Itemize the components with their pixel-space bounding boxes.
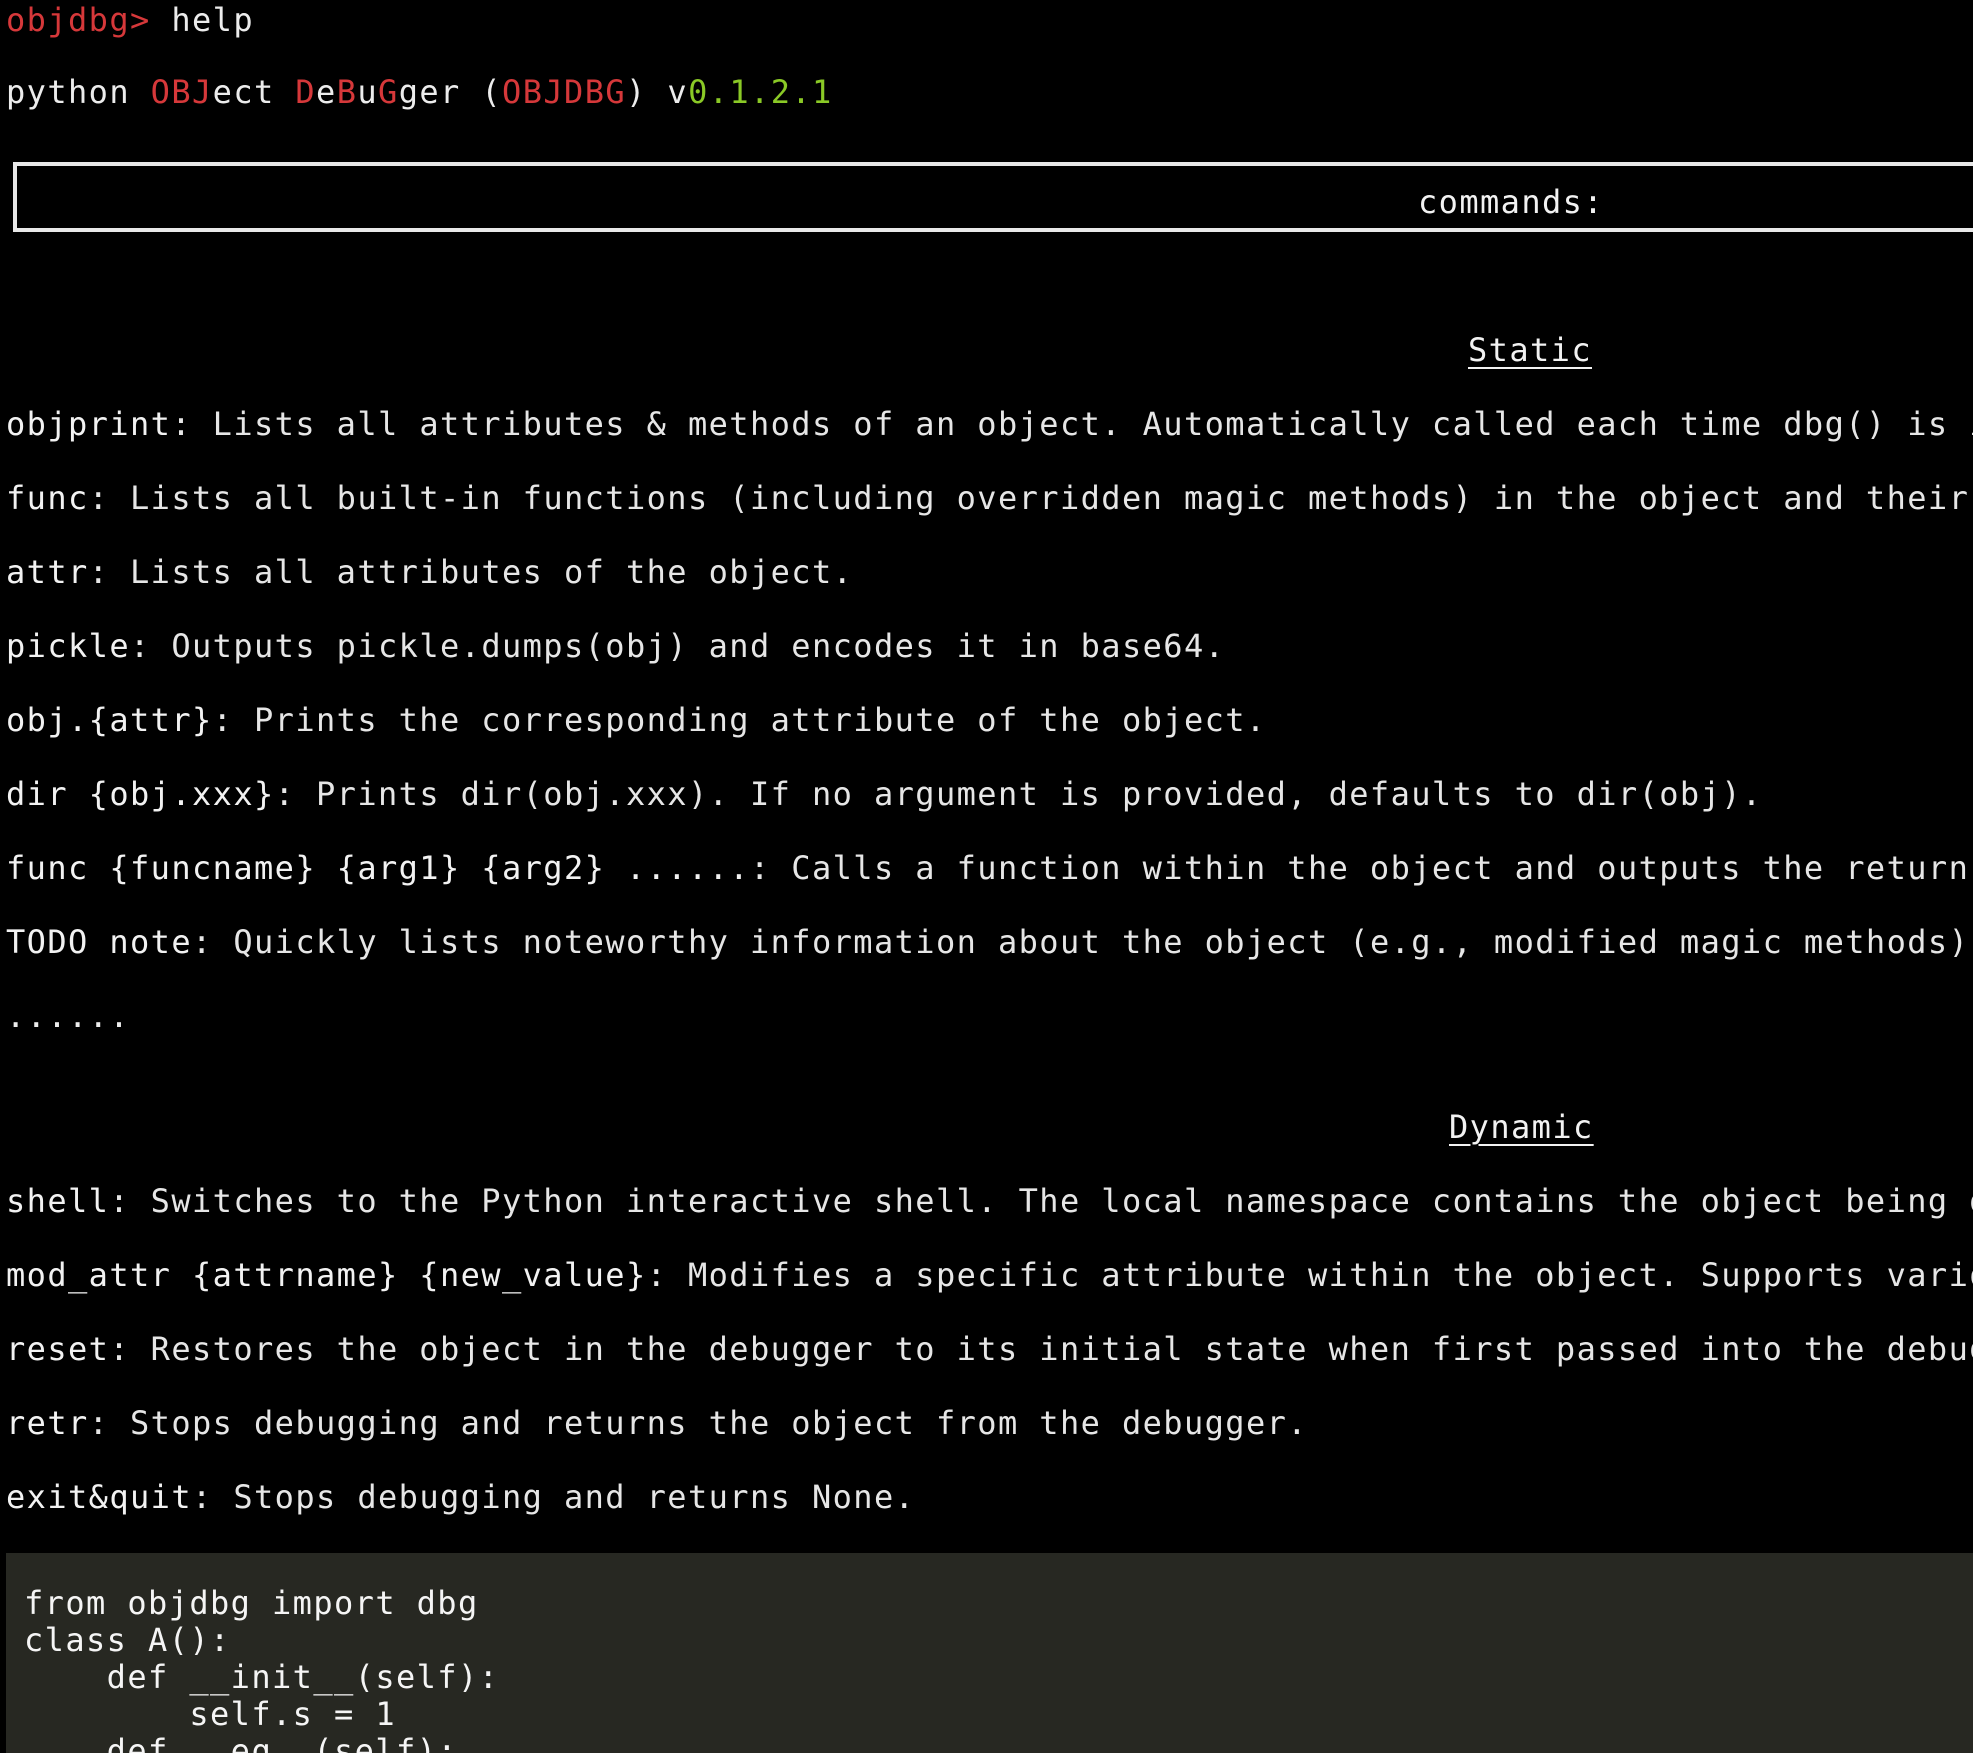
static-section-heading: Static (1468, 331, 1592, 369)
command-item-attr: attr: Lists all attributes of the object… (6, 552, 853, 592)
banner-highlight-b: B (336, 73, 358, 111)
prompt-line: objdbg> help (6, 0, 254, 40)
command-name: obj.{attr} (6, 701, 213, 739)
command-description: : Lists all attributes of the object. (88, 553, 854, 591)
command-name: dir {obj.xxx} (6, 775, 275, 813)
command-item-mod-attr: mod_attr {attrname} {new_value}: Modifie… (6, 1255, 1973, 1295)
command-item-func: func: Lists all built-in functions (incl… (6, 478, 1973, 518)
code-line: self.s = 1 (24, 1695, 396, 1733)
banner-letter-u: u (357, 73, 379, 111)
banner-highlight-d: D (295, 73, 317, 111)
command-name: mod_attr {attrname} {new_value} (6, 1256, 647, 1294)
prompt-input: help (171, 1, 255, 39)
command-name: exit&quit (6, 1478, 192, 1516)
command-description: : Restores the object in the debugger to… (109, 1330, 1973, 1368)
command-name: func (6, 479, 89, 517)
banner-paren-close: ) (626, 73, 668, 111)
code-block: from objdbg import dbg class A(): def __… (6, 1553, 1973, 1753)
command-item-dir: dir {obj.xxx}: Prints dir(obj.xxx). If n… (6, 774, 1763, 814)
dynamic-section-heading: Dynamic (1449, 1108, 1594, 1146)
prompt-label: objdbg> (6, 1, 151, 39)
banner-line: python OBJect DeBuGger (OBJDBG) v0.1.2.1 (6, 72, 833, 112)
code-line: def __eq__(self): (24, 1732, 458, 1753)
command-name: pickle (6, 627, 130, 665)
banner-letter-e: e (316, 73, 337, 111)
command-item-pickle: pickle: Outputs pickle.dumps(obj) and en… (6, 626, 1225, 666)
command-item-reset: reset: Restores the object in the debugg… (6, 1329, 1973, 1369)
commands-panel-border (13, 162, 1973, 232)
command-name: TODO note (6, 923, 192, 961)
code-line: def __init__(self): (24, 1658, 500, 1696)
command-item-todo-note: TODO note: Quickly lists noteworthy info… (6, 922, 1973, 962)
static-ellipsis: ...... (6, 997, 130, 1035)
command-description: : Quickly lists noteworthy information a… (192, 923, 1973, 961)
banner-version: 0.1.2.1 (688, 73, 833, 111)
command-description: : Prints the corresponding attribute of … (212, 701, 1267, 739)
banner-version-prefix: v (667, 73, 689, 111)
command-name: shell (6, 1182, 110, 1220)
command-item-exit-quit: exit&quit: Stops debugging and returns N… (6, 1477, 915, 1517)
banner-abbreviation: OBJDBG (502, 73, 627, 111)
command-description: : Stops debugging and returns the object… (88, 1404, 1308, 1442)
command-item-objprint: objprint: Lists all attributes & methods… (6, 404, 1973, 444)
command-name: reset (6, 1330, 110, 1368)
command-description: : Outputs pickle.dumps(obj) and encodes … (130, 627, 1226, 665)
command-description: : Lists all attributes & methods of an o… (171, 405, 1973, 443)
command-description: : Switches to the Python interactive she… (109, 1182, 1973, 1220)
command-item-func-call: func {funcname} {arg1} {arg2} ......: Ca… (6, 848, 1973, 888)
command-description: : Modifies a specific attribute within t… (646, 1256, 1973, 1294)
commands-title: commands: (1418, 183, 1604, 221)
command-name: attr (6, 553, 89, 591)
command-item-retr: retr: Stops debugging and returns the ob… (6, 1403, 1308, 1443)
code-line: class A(): (24, 1621, 231, 1659)
banner-word-ger: ger (398, 73, 482, 111)
command-description: : Calls a function within the object and… (749, 849, 1970, 887)
code-line: from objdbg import dbg (24, 1584, 479, 1622)
terminal-window[interactable]: objdbg> help python OBJect DeBuGger (OBJ… (0, 0, 1973, 1753)
command-item-obj-attr: obj.{attr}: Prints the corresponding att… (6, 700, 1267, 740)
banner-word-python: python (6, 73, 151, 111)
banner-highlight-obj: OBJ (150, 73, 213, 111)
command-name: retr (6, 1404, 89, 1442)
command-description: : Lists all built-in functions (includin… (88, 479, 1973, 517)
command-description: : Prints dir(obj.xxx). If no argument is… (274, 775, 1763, 813)
banner-paren-open: ( (481, 73, 503, 111)
banner-highlight-g: G (378, 73, 399, 111)
command-name: objprint (6, 405, 172, 443)
banner-word-ect: ect (212, 73, 296, 111)
command-item-shell: shell: Switches to the Python interactiv… (6, 1181, 1973, 1221)
command-name: func {funcname} {arg1} {arg2} ...... (6, 849, 750, 887)
command-description: : Stops debugging and returns None. (192, 1478, 916, 1516)
